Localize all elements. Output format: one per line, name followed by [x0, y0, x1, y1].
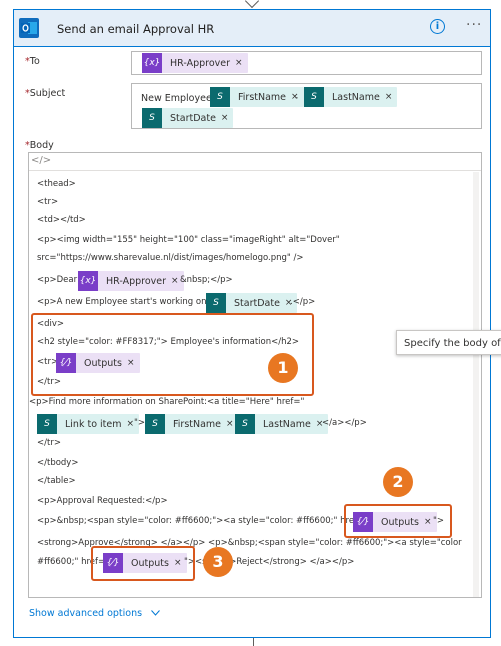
outlook-icon	[19, 18, 39, 38]
body-toolbar: </>	[29, 153, 481, 171]
lastname-token[interactable]: S LastName ×	[235, 414, 329, 434]
firstname-token[interactable]: S FirstName ×	[145, 414, 239, 434]
callout-number-2: 2	[383, 467, 413, 497]
code-line: &nbsp;</p>	[180, 275, 233, 285]
expression-icon: {x}	[78, 271, 98, 291]
code-view-toggle[interactable]: </>	[31, 155, 51, 166]
subject-prefix: New Employee	[141, 93, 212, 104]
callout-number-3: 3	[203, 547, 233, 577]
to-label: *To	[25, 56, 40, 67]
body-tooltip: Specify the body of the mail	[396, 330, 501, 355]
subject-field[interactable]: New Employee S FirstName × - S LastName …	[131, 83, 482, 129]
code-line: ">	[134, 418, 146, 428]
code-line: <p>&nbsp;<span style="color: #ff6600;"><…	[37, 516, 357, 526]
action-header[interactable]: Send an email Approval HR i ···	[14, 10, 490, 47]
callout-box-3	[91, 546, 195, 581]
code-line: <p>Find more information on SharePoint:<…	[29, 397, 305, 407]
connector-arrow	[244, 0, 260, 9]
show-advanced-options-link[interactable]: Show advanced options	[29, 608, 160, 619]
body-scrollbar[interactable]	[473, 172, 479, 597]
sharepoint-icon: S	[304, 87, 324, 107]
lastname-token[interactable]: S LastName ×	[304, 87, 398, 107]
chevron-down-icon	[151, 608, 160, 619]
callout-number-1: 1	[268, 353, 298, 383]
body-label: *Body	[25, 140, 54, 151]
startdate-token[interactable]: S StartDate ×	[142, 108, 234, 128]
code-line: src="https://www.sharevalue.nl/dist/imag…	[37, 253, 304, 263]
sharepoint-icon: S	[206, 293, 226, 313]
expression-icon: {x}	[142, 53, 162, 73]
sharepoint-icon: S	[235, 414, 255, 434]
more-options-icon[interactable]: ···	[466, 17, 482, 33]
code-line: <thead>	[37, 179, 76, 189]
remove-token-icon[interactable]: ×	[385, 92, 398, 102]
remove-token-icon[interactable]: ×	[221, 113, 234, 123]
callout-box-1	[31, 313, 314, 396]
code-line: </a></p>	[322, 418, 367, 428]
sharepoint-icon: S	[210, 87, 230, 107]
code-line: <p>Approval Requested:</p>	[37, 496, 168, 506]
code-line: </tbody>	[37, 458, 79, 468]
info-icon[interactable]: i	[430, 19, 445, 34]
firstname-token[interactable]: S FirstName ×	[210, 87, 304, 107]
callout-box-2	[344, 504, 452, 538]
code-line: <p><img width="155" height="100" class="…	[37, 235, 340, 245]
sharepoint-icon: S	[37, 414, 57, 434]
action-title: Send an email Approval HR	[57, 22, 215, 36]
code-line: <p>Dear	[37, 275, 78, 285]
subject-label: *Subject	[25, 88, 66, 99]
code-line: <tr>	[37, 197, 59, 207]
link-to-item-token[interactable]: S Link to item ×	[37, 414, 140, 434]
subject-dash: -	[295, 93, 299, 103]
hr-approver-token[interactable]: {x} HR-Approver ×	[78, 271, 184, 291]
code-line: </tr>	[37, 438, 61, 448]
startdate-token[interactable]: S StartDate ×	[206, 293, 298, 313]
to-field[interactable]: {x} HR-Approver ×	[131, 51, 482, 75]
code-line: <p>A new Employee start's working on	[37, 297, 207, 307]
connector-line	[253, 638, 254, 646]
code-line: <td></td>	[37, 215, 86, 225]
sharepoint-icon: S	[142, 108, 162, 128]
code-line: </table>	[37, 476, 76, 486]
remove-token-icon[interactable]: ×	[235, 58, 248, 68]
hr-approver-token[interactable]: {x} HR-Approver ×	[142, 53, 248, 73]
sharepoint-icon: S	[145, 414, 165, 434]
code-line: .</p>	[290, 297, 316, 307]
